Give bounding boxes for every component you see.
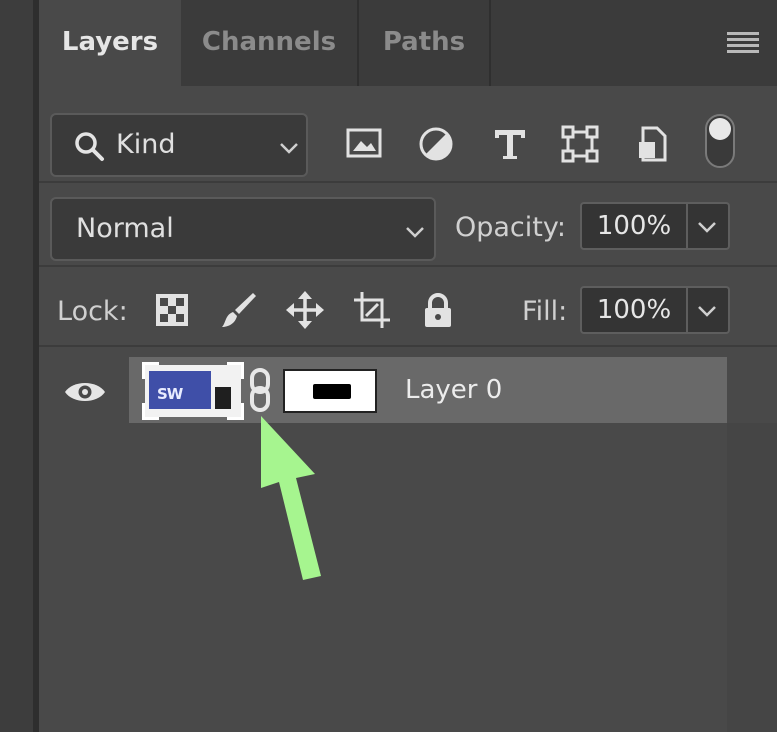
- opacity-field[interactable]: 100%: [580, 202, 730, 250]
- fill-label: Fill:: [522, 296, 568, 327]
- chevron-down-icon[interactable]: [696, 220, 718, 234]
- annotation-arrow-icon: [261, 416, 321, 580]
- smart-object-filter-icon[interactable]: [633, 124, 673, 164]
- left-dock-strip: [0, 0, 33, 732]
- visibility-eye-icon[interactable]: [63, 377, 107, 407]
- mask-shape: [313, 384, 351, 399]
- panel-menu-icon[interactable]: [727, 32, 759, 54]
- filter-toggle-switch[interactable]: [705, 114, 735, 168]
- tab-channels[interactable]: Channels: [181, 0, 359, 86]
- lock-label: Lock:: [57, 296, 128, 327]
- chevron-down-icon[interactable]: [696, 304, 718, 318]
- layer-row[interactable]: SW Layer 0: [129, 357, 727, 423]
- filter-kind-label: Kind: [116, 129, 176, 160]
- chevron-down-icon: [280, 143, 298, 154]
- toggle-knob: [709, 118, 731, 140]
- layer-thumbnail[interactable]: SW: [142, 362, 244, 420]
- panel-tab-bar: Layers Channels Paths: [39, 0, 777, 86]
- layer-name[interactable]: Layer 0: [405, 357, 502, 423]
- opacity-label: Opacity:: [455, 212, 566, 243]
- panel-scroll-gutter: [727, 423, 777, 732]
- opacity-value[interactable]: 100%: [582, 204, 686, 248]
- lock-all-icon[interactable]: [418, 290, 458, 330]
- smart-object-bracket: [227, 362, 244, 379]
- tab-layers[interactable]: Layers: [39, 0, 181, 86]
- layers-panel: Layers Channels Paths Kind Normal Opacit…: [39, 0, 777, 732]
- field-divider: [686, 288, 688, 332]
- lock-transparent-pixels-icon[interactable]: [152, 290, 192, 330]
- smart-object-bracket: [142, 403, 159, 420]
- layer-mask-thumbnail[interactable]: [283, 369, 377, 413]
- lock-position-icon[interactable]: [285, 290, 325, 330]
- smart-object-bracket: [142, 362, 159, 379]
- lock-image-pixels-icon[interactable]: [219, 290, 259, 330]
- blend-mode-dropdown[interactable]: Normal: [50, 197, 436, 261]
- divider: [39, 181, 777, 183]
- field-divider: [686, 204, 688, 248]
- filter-kind-dropdown[interactable]: Kind: [50, 113, 308, 177]
- blend-mode-value: Normal: [76, 213, 174, 244]
- lock-artboard-icon[interactable]: [352, 290, 392, 330]
- search-icon: [75, 132, 104, 161]
- image-filter-icon[interactable]: [344, 124, 384, 164]
- adjustment-filter-icon[interactable]: [416, 124, 456, 164]
- thumbnail-text: SW: [157, 385, 183, 403]
- divider: [39, 345, 777, 347]
- shape-filter-icon[interactable]: [560, 124, 600, 164]
- divider: [39, 265, 777, 267]
- tab-paths[interactable]: Paths: [359, 0, 491, 86]
- fill-value[interactable]: 100%: [582, 288, 686, 332]
- fill-field[interactable]: 100%: [580, 286, 730, 334]
- type-filter-icon[interactable]: [490, 124, 530, 164]
- chevron-down-icon: [406, 227, 424, 238]
- mask-link-chain-icon[interactable]: [247, 367, 273, 413]
